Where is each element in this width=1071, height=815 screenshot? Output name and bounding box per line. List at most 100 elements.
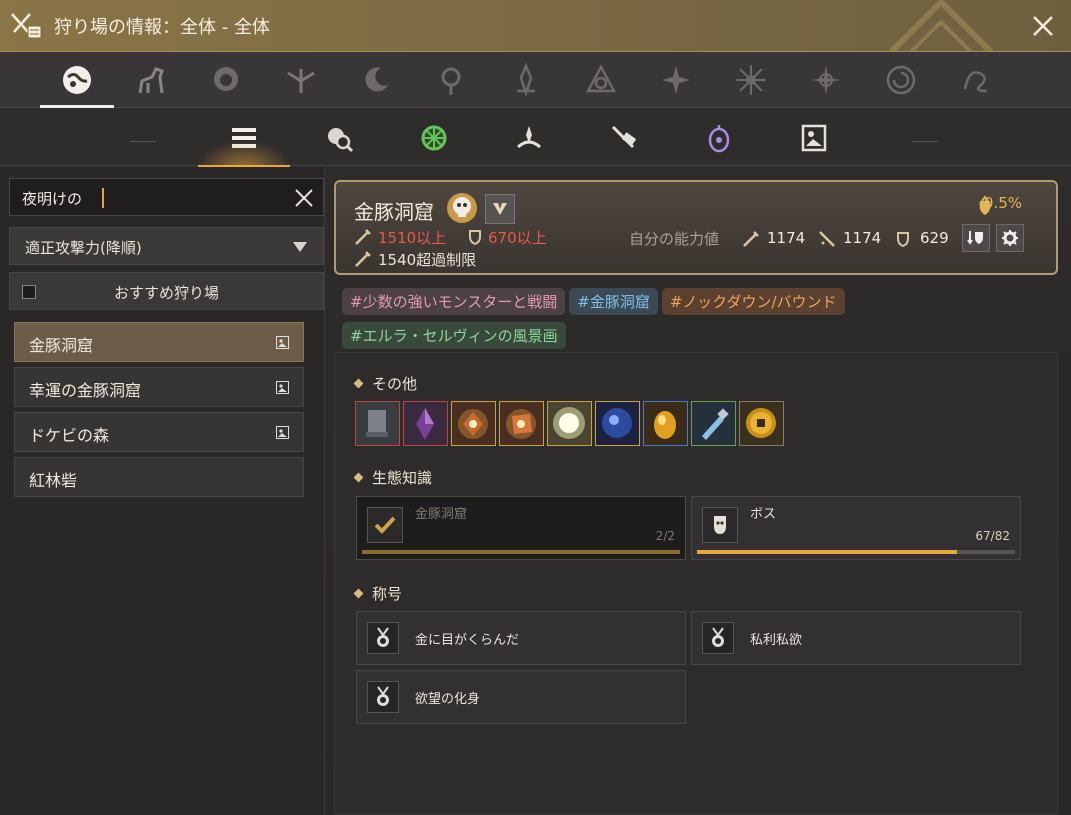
required-dp: 670以上 xyxy=(488,229,547,247)
tab-boss[interactable] xyxy=(509,118,549,158)
category-snowflake[interactable] xyxy=(726,58,776,102)
tab-lantern[interactable] xyxy=(699,118,739,158)
settings-button[interactable] xyxy=(996,224,1024,252)
category-compass-star[interactable] xyxy=(801,58,851,102)
crescent-moon-icon xyxy=(365,67,388,92)
knot-crest-icon xyxy=(585,64,617,93)
section-title: 称号 xyxy=(372,585,403,603)
sort-dropdown[interactable]: 適正攻撃力(降順) xyxy=(9,227,324,265)
gear-icon xyxy=(1002,230,1018,246)
tag[interactable]: #エルラ・セルヴィンの風景画 xyxy=(342,322,566,349)
diamond-icon xyxy=(353,378,364,389)
list-item[interactable]: ドケビの森 xyxy=(14,412,304,452)
lion-icon xyxy=(214,67,238,91)
loot-item[interactable] xyxy=(739,401,784,446)
category-winged-crest[interactable] xyxy=(276,58,326,102)
location-label: 紅林砦 xyxy=(29,471,78,490)
magnifier-head-icon xyxy=(328,128,354,153)
loot-item[interactable] xyxy=(595,401,640,446)
loot-item[interactable] xyxy=(643,401,688,446)
star-burst-icon xyxy=(662,66,690,94)
shield-down-icon xyxy=(967,231,983,245)
sword-icon xyxy=(355,229,371,245)
sort-label: 適正攻撃力(降順) xyxy=(25,239,142,257)
medal-icon xyxy=(712,627,724,647)
ecology-card[interactable]: ボス 67/82 xyxy=(691,496,1021,560)
ecology-progress-bar xyxy=(362,550,680,554)
tab-list[interactable] xyxy=(196,118,292,168)
search-box xyxy=(9,178,324,216)
section-titles-heading: 称号 xyxy=(353,583,403,604)
tab-search-monster[interactable] xyxy=(319,118,359,158)
ecology-count: 2/2 xyxy=(655,529,675,543)
recommended-filter[interactable]: おすすめ狩り場 xyxy=(9,272,324,310)
ecology-name: 金豚洞窟 xyxy=(415,507,468,522)
location-label: 金豚洞窟 xyxy=(29,336,94,355)
title-card[interactable]: 私利私欲 xyxy=(691,611,1021,665)
medal-icon xyxy=(377,627,389,647)
category-star-burst[interactable] xyxy=(651,58,701,102)
title-card[interactable]: 金に目がくらんだ xyxy=(356,611,686,665)
spiral-ring-icon xyxy=(886,65,916,95)
purple-lantern-icon xyxy=(708,125,730,153)
tab-painting[interactable] xyxy=(794,118,834,158)
tag[interactable]: #ノックダウン/バウンド xyxy=(661,288,845,315)
category-flame-crest[interactable] xyxy=(501,58,551,102)
region-category-bar xyxy=(0,52,1071,108)
location-info-card: 金豚洞窟 1510以上 670以上 1540超過制限 0.5% 自分の能力値 1… xyxy=(334,180,1058,275)
category-sun-ornament[interactable] xyxy=(426,58,476,102)
loot-item[interactable] xyxy=(499,401,544,446)
loot-item[interactable] xyxy=(691,401,736,446)
recommended-label: おすすめ狩り場 xyxy=(113,284,219,302)
flame-crest-icon xyxy=(517,63,535,97)
potion-icon xyxy=(702,408,729,440)
location-detail-panel: 金豚洞窟 1510以上 670以上 1540超過制限 0.5% 自分の能力値 1… xyxy=(325,167,1071,815)
tag[interactable]: #少数の強いモンスターと戦闘 xyxy=(342,288,566,315)
category-all[interactable] xyxy=(40,58,114,108)
ecology-card[interactable]: 金豚洞窟 2/2 xyxy=(356,496,686,560)
category-moon[interactable] xyxy=(351,58,401,102)
ecology-count: 67/82 xyxy=(975,529,1010,543)
title-bar: 狩り場の情報：全体 - 全体 xyxy=(0,0,1071,52)
sun-ornament-icon xyxy=(441,67,461,95)
snowflake-icon xyxy=(736,65,766,95)
tab-quest[interactable] xyxy=(604,118,644,158)
difficulty-badge[interactable] xyxy=(485,194,515,224)
drop-rate-bonus: 0.5% xyxy=(983,194,1022,212)
loot-item[interactable] xyxy=(403,401,448,446)
list-item[interactable]: 金豚洞窟 xyxy=(14,322,304,362)
list-item[interactable]: 紅林砦 xyxy=(14,457,304,497)
shield-icon xyxy=(897,232,909,248)
shield-icon xyxy=(469,230,481,246)
boss-head-icon xyxy=(714,516,726,534)
gold-coin-icon xyxy=(746,408,776,438)
loot-item[interactable] xyxy=(547,401,592,446)
category-knot[interactable] xyxy=(576,58,626,102)
gear-preset-button[interactable] xyxy=(962,224,990,252)
location-label: ドケビの森 xyxy=(29,426,110,445)
divider xyxy=(130,141,156,142)
portrait-frame-icon xyxy=(801,124,827,152)
red-ore-icon xyxy=(506,409,536,439)
loot-item[interactable] xyxy=(355,401,400,446)
tag-list: #少数の強いモンスターと戦闘 #金豚洞窟 #ノックダウン/バウンド #エルラ・セルヴ… xyxy=(342,288,1062,356)
scrollbar[interactable] xyxy=(1059,352,1071,815)
loot-item[interactable] xyxy=(451,401,496,446)
category-spiral-ring[interactable] xyxy=(876,58,926,102)
title-card[interactable]: 欲望の化身 xyxy=(356,670,686,724)
sword-icon xyxy=(355,251,371,267)
tag[interactable]: #金豚洞窟 xyxy=(569,288,658,315)
category-lion[interactable] xyxy=(201,58,251,102)
list-item[interactable]: 幸運の金豚洞窟 xyxy=(14,367,304,407)
diamond-icon xyxy=(353,588,364,599)
tab-gathering[interactable] xyxy=(414,118,454,158)
glowing-orb-icon xyxy=(553,407,585,439)
skull-icon xyxy=(447,193,477,223)
search-input[interactable] xyxy=(22,187,282,209)
category-swirl-rune[interactable] xyxy=(951,58,1001,102)
painting-icon xyxy=(276,381,289,394)
close-icon[interactable] xyxy=(1029,12,1057,40)
category-horse[interactable] xyxy=(126,58,176,102)
clear-search-icon[interactable] xyxy=(293,187,315,209)
title-name: 金に目がくらんだ xyxy=(415,633,520,648)
